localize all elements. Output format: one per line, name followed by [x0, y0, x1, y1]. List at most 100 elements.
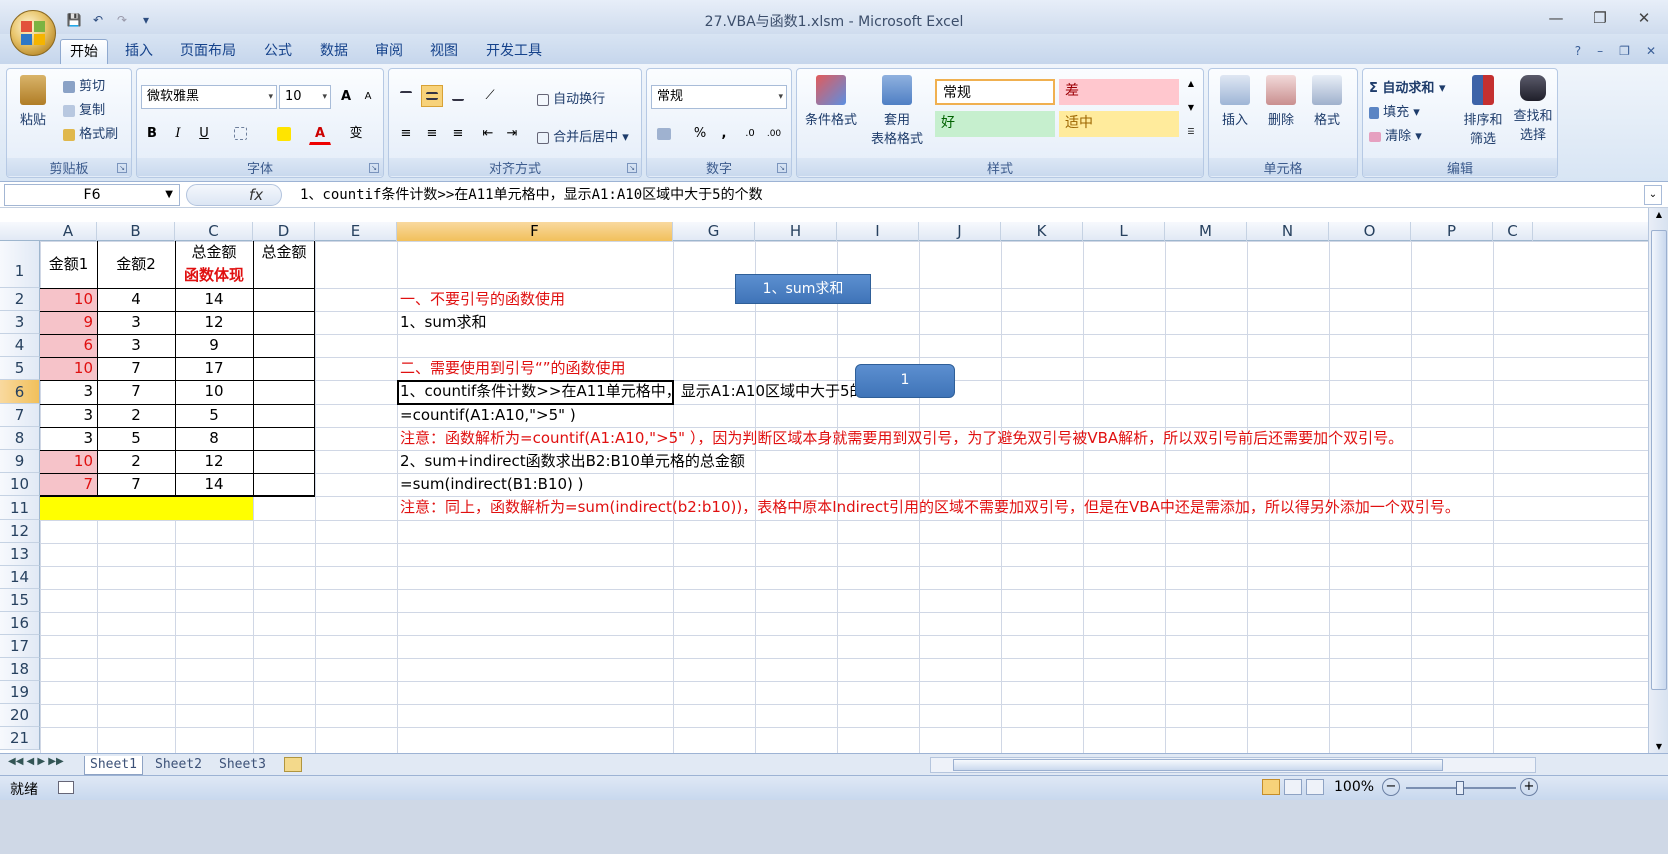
page-layout-view-icon[interactable]	[1284, 779, 1302, 795]
column-header-k[interactable]: K	[1001, 222, 1083, 241]
cell-c9[interactable]: 12	[175, 450, 253, 473]
row-header-15[interactable]: 15	[0, 589, 40, 612]
sheet-tab-3[interactable]: Sheet3	[214, 756, 271, 775]
cut-button[interactable]: 剪切	[63, 75, 105, 94]
ribbon-restore-button[interactable]: ❐	[1619, 44, 1630, 58]
row-header-8[interactable]: 8	[0, 427, 40, 450]
row-header-4[interactable]: 4	[0, 334, 40, 357]
column-header-n[interactable]: N	[1247, 222, 1329, 241]
decrease-indent-button[interactable]: ⇤	[477, 123, 499, 145]
row-header-11[interactable]: 11	[0, 496, 40, 520]
expand-formula-bar-button[interactable]: ⌄	[1644, 185, 1662, 205]
cell-b3[interactable]: 3	[97, 311, 175, 334]
column-header-j[interactable]: J	[919, 222, 1001, 241]
cell-c10[interactable]: 14	[175, 473, 253, 496]
paste-button[interactable]: 粘贴	[13, 75, 53, 128]
row-header-10[interactable]: 10	[0, 473, 40, 496]
help-icon[interactable]: ?	[1575, 44, 1581, 58]
zoom-slider-thumb[interactable]	[1456, 781, 1464, 795]
fill-button[interactable]: 填充 ▾	[1369, 101, 1420, 120]
name-box[interactable]: F6 ▼	[4, 184, 180, 206]
cell-a5[interactable]: 10	[40, 357, 93, 380]
decrease-decimal-button[interactable]: .00	[763, 123, 785, 145]
sheet-tab-2[interactable]: Sheet2	[150, 756, 207, 775]
row-header-12[interactable]: 12	[0, 520, 40, 543]
horizontal-scrollbar[interactable]	[930, 757, 1536, 773]
tab-review[interactable]: 审阅	[366, 39, 412, 64]
cell-a8[interactable]: 3	[40, 427, 93, 450]
cell-f5[interactable]: 二、需要使用到引号“”的函数使用	[397, 357, 626, 380]
worksheet-grid[interactable]: ABCDEFGHIJKLMNOPC 1 2 3 4 5 6 7 8 9 10 11 12 13 14 15 1…	[0, 208, 1648, 800]
orientation-button[interactable]: ⟋	[479, 85, 501, 107]
align-center-button[interactable]: ≡	[421, 123, 443, 145]
insert-function-icon[interactable]: fx	[249, 186, 263, 204]
merge-center-button[interactable]: 合并后居中 ▾	[537, 126, 629, 145]
cell-c7[interactable]: 5	[175, 404, 253, 427]
format-painter-button[interactable]: 格式刷	[63, 123, 118, 142]
styles-scroll-down[interactable]: ▼	[1183, 97, 1199, 119]
tab-formulas[interactable]: 公式	[255, 39, 301, 64]
bold-button[interactable]: B	[141, 123, 163, 145]
insert-cells-button[interactable]: 插入	[1215, 75, 1255, 128]
ribbon-minimize-button[interactable]: –	[1597, 44, 1603, 58]
style-good[interactable]: 好	[935, 111, 1055, 137]
zoom-out-icon[interactable]: −	[1382, 778, 1400, 796]
tab-view[interactable]: 视图	[421, 39, 467, 64]
macro-record-icon[interactable]	[58, 781, 74, 794]
cell-b7[interactable]: 2	[97, 404, 175, 427]
cell-b10[interactable]: 7	[97, 473, 175, 496]
cell-f9[interactable]: 2、sum+indirect函数求出B2:B10单元格的总金额	[397, 450, 745, 473]
number-format-combo[interactable]: 常规 ▾	[651, 85, 787, 109]
h-scroll-thumb[interactable]	[953, 759, 1443, 771]
grow-font-button[interactable]: A	[335, 86, 357, 108]
cell-d1[interactable]: 总金额	[253, 241, 315, 264]
copy-button[interactable]: 复制	[63, 99, 105, 118]
tab-home[interactable]: 开始	[60, 39, 108, 64]
column-header-c[interactable]: C	[1493, 222, 1533, 241]
phonetic-button[interactable]: 变	[345, 123, 367, 145]
office-button[interactable]	[10, 10, 56, 56]
column-header-i[interactable]: I	[837, 222, 919, 241]
align-bottom-button[interactable]	[447, 85, 469, 107]
sum-macro-button[interactable]: 1、sum求和	[735, 274, 871, 304]
autosum-button[interactable]: Σ 自动求和 ▾	[1369, 77, 1445, 96]
cell-c4[interactable]: 9	[175, 334, 253, 357]
scroll-thumb[interactable]	[1651, 230, 1667, 690]
column-header-e[interactable]: E	[315, 222, 397, 241]
cell-b4[interactable]: 3	[97, 334, 175, 357]
alignment-launcher[interactable]: ↘	[627, 163, 637, 173]
column-header-a[interactable]: A	[40, 222, 97, 241]
row-header-14[interactable]: 14	[0, 566, 40, 589]
sort-filter-button[interactable]: 排序和 筛选	[1461, 75, 1505, 147]
row-header-2[interactable]: 2	[0, 288, 40, 311]
cell-c3[interactable]: 12	[175, 311, 253, 334]
comma-button[interactable]: ,	[713, 123, 735, 145]
column-header-o[interactable]: O	[1329, 222, 1411, 241]
cell-b1[interactable]: 金额2	[97, 241, 175, 288]
cell-f11[interactable]: 注意：同上，函数解析为=sum(indirect(b2:b10))，表格中原本I…	[397, 496, 1460, 520]
underline-button[interactable]: U	[193, 123, 215, 145]
tab-insert[interactable]: 插入	[116, 39, 162, 64]
cell-a6[interactable]: 3	[40, 380, 93, 404]
row-header-18[interactable]: 18	[0, 658, 40, 681]
cell-a7[interactable]: 3	[40, 404, 93, 427]
delete-cells-button[interactable]: 删除	[1261, 75, 1301, 128]
column-header-f[interactable]: F	[397, 222, 673, 241]
cell-a10[interactable]: 7	[40, 473, 93, 496]
cell-c1-line2[interactable]: 函数体现	[175, 264, 253, 287]
cell-c2[interactable]: 14	[175, 288, 253, 311]
cell-f7[interactable]: =countif(A1:A10,">5" )	[397, 404, 576, 427]
sheet-nav-icon[interactable]: ◀◀ ◀ ▶ ▶▶	[8, 756, 64, 767]
cell-f8[interactable]: 注意：函数解析为=countif(A1:A10,">5" ），因为判断区域本身就…	[397, 427, 1403, 450]
cell-c8[interactable]: 8	[175, 427, 253, 450]
row-header-16[interactable]: 16	[0, 612, 40, 635]
cell-b8[interactable]: 5	[97, 427, 175, 450]
borders-button[interactable]	[229, 123, 251, 145]
currency-button[interactable]	[653, 123, 675, 145]
vertical-scrollbar[interactable]: ▲ ▼	[1648, 208, 1668, 760]
row-header-7[interactable]: 7	[0, 404, 40, 427]
zoom-in-icon[interactable]: +	[1520, 778, 1538, 796]
restore-button[interactable]: ❐	[1590, 8, 1610, 28]
cell-c6[interactable]: 10	[175, 380, 253, 404]
cell-f6[interactable]: 1、countif条件计数>>在A11单元格中，显示A1:A10区域中大于5的个…	[397, 380, 895, 404]
